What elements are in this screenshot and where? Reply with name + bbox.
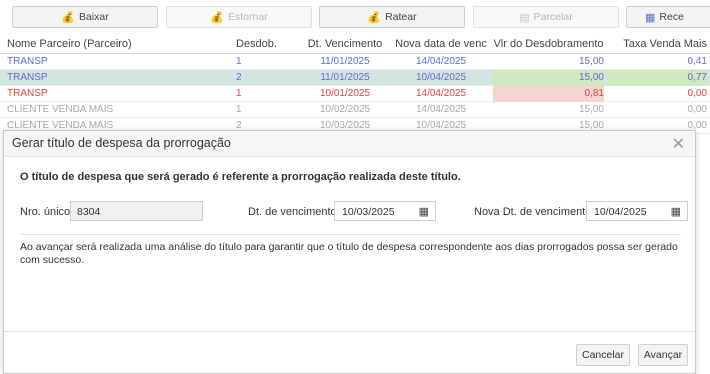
- cell-new-due-date: 14/04/2025: [415, 104, 467, 115]
- cell-due-date: 10/02/2025: [319, 104, 371, 115]
- dt-vencimento-label: Dt. de vencimento:: [248, 206, 340, 218]
- baixar-button[interactable]: 💰 Baixar: [12, 6, 158, 28]
- footer-divider: [4, 331, 695, 332]
- dt-vencimento-field[interactable]: 10/03/2025 ▦: [334, 201, 436, 221]
- cell-fee: 0,00: [687, 88, 707, 99]
- dialog-title: Gerar título de despesa da prorrogação: [12, 136, 231, 150]
- grid-header: Nome Parceiro (Parceiro) Desdob. Dt. Ven…: [0, 35, 710, 54]
- cell-due-date: 11/01/2025: [320, 56, 370, 67]
- cell-due-date: 10/01/2025: [319, 88, 371, 99]
- cell-new-due-date: 10/04/2025: [415, 72, 467, 83]
- cell-fee: 0,41: [687, 56, 707, 67]
- dt-vencimento-value: 10/03/2025: [342, 206, 395, 218]
- rece-label: Rece: [659, 11, 684, 23]
- money-bag-icon: 💰: [367, 11, 382, 24]
- cell-value: 15,00: [578, 104, 604, 115]
- document-icon: ▤: [519, 11, 530, 24]
- money-bag-icon: 💰: [210, 11, 224, 24]
- cell-value: 15,00: [493, 70, 604, 86]
- cell-fee: 0,00: [687, 104, 707, 115]
- ratear-label: Ratear: [385, 11, 417, 23]
- cell-partner: TRANSP: [7, 88, 48, 99]
- table-row[interactable]: TRANSP 1 10/01/2025 14/04/2025 0,81 0,00: [0, 86, 710, 102]
- cell-partner: TRANSP: [7, 56, 48, 67]
- table-row[interactable]: TRANSP 2 11/01/2025 10/04/2025 15,00 0,7…: [0, 70, 710, 86]
- toolbar: 💰 Baixar 💰 Estornar 💰 Ratear ▤ Parcelar …: [0, 0, 710, 33]
- cell-new-due-date: 14/04/2025: [415, 56, 467, 67]
- titles-grid: Nome Parceiro (Parceiro) Desdob. Dt. Ven…: [0, 35, 710, 134]
- column-header[interactable]: Nova data de venc: [394, 35, 488, 54]
- dialog-header: Gerar título de despesa da prorrogação ✕: [4, 131, 695, 157]
- grid-icon: ▦: [645, 11, 656, 24]
- column-header[interactable]: Dt. Vencimento: [298, 35, 392, 54]
- next-button[interactable]: Avançar: [638, 344, 688, 366]
- nova-dt-vencimento-field[interactable]: 10/04/2025 ▦: [586, 201, 688, 221]
- table-row[interactable]: CLIENTE VENDA MAIS 1 10/02/2025 14/04/20…: [0, 102, 710, 118]
- dialog-intro: O título de despesa que será gerado é re…: [20, 171, 461, 183]
- cell-new-due-date: 14/04/2025: [415, 88, 467, 99]
- cell-desdob: 1: [236, 88, 242, 99]
- table-row[interactable]: TRANSP 1 11/01/2025 14/04/2025 15,00 0,4…: [0, 54, 710, 70]
- column-header[interactable]: Desdob.: [236, 35, 296, 54]
- nro-unico-label: Nro. único:: [20, 206, 74, 218]
- cell-partner: CLIENTE VENDA MAIS: [7, 104, 114, 115]
- cell-partner: TRANSP: [7, 72, 48, 83]
- cell-value: 15,00: [578, 56, 604, 67]
- close-icon[interactable]: ✕: [672, 134, 685, 154]
- nro-unico-field[interactable]: 8304: [70, 201, 203, 221]
- estornar-label: Estornar: [228, 11, 268, 23]
- baixar-label: Baixar: [78, 11, 109, 23]
- parcelar-label: Parcelar: [533, 11, 573, 23]
- column-header[interactable]: Taxa Venda Mais: [607, 35, 707, 54]
- calendar-icon[interactable]: ▦: [671, 205, 681, 218]
- column-header[interactable]: Nome Parceiro (Parceiro): [7, 35, 227, 54]
- nova-dt-vencimento-label: Nova Dt. de vencimento:: [474, 206, 595, 218]
- cell-value: 0,81: [493, 86, 604, 102]
- divider: [20, 234, 681, 235]
- cell-fee: 0,77: [607, 70, 707, 86]
- dialog-info-text: Ao avançar será realizada uma análise do…: [20, 241, 678, 266]
- parcelar-button[interactable]: ▤ Parcelar: [473, 6, 619, 28]
- cell-due-date: 11/01/2025: [320, 72, 370, 83]
- money-bag-icon: 💰: [61, 11, 75, 24]
- rece-button[interactable]: ▦ Rece: [626, 6, 710, 28]
- nova-dt-vencimento-value: 10/04/2025: [594, 206, 647, 218]
- calendar-icon[interactable]: ▦: [419, 205, 429, 218]
- ratear-button[interactable]: 💰 Ratear: [319, 6, 465, 28]
- column-header[interactable]: Vlr do Desdobramento: [493, 35, 604, 54]
- cell-desdob: 1: [236, 56, 242, 67]
- estornar-button[interactable]: 💰 Estornar: [166, 6, 312, 28]
- prorrogacao-dialog: Gerar título de despesa da prorrogação ✕…: [3, 130, 696, 374]
- cell-desdob: 1: [236, 104, 242, 115]
- cell-desdob: 2: [236, 72, 242, 83]
- cancel-button[interactable]: Cancelar: [576, 344, 630, 366]
